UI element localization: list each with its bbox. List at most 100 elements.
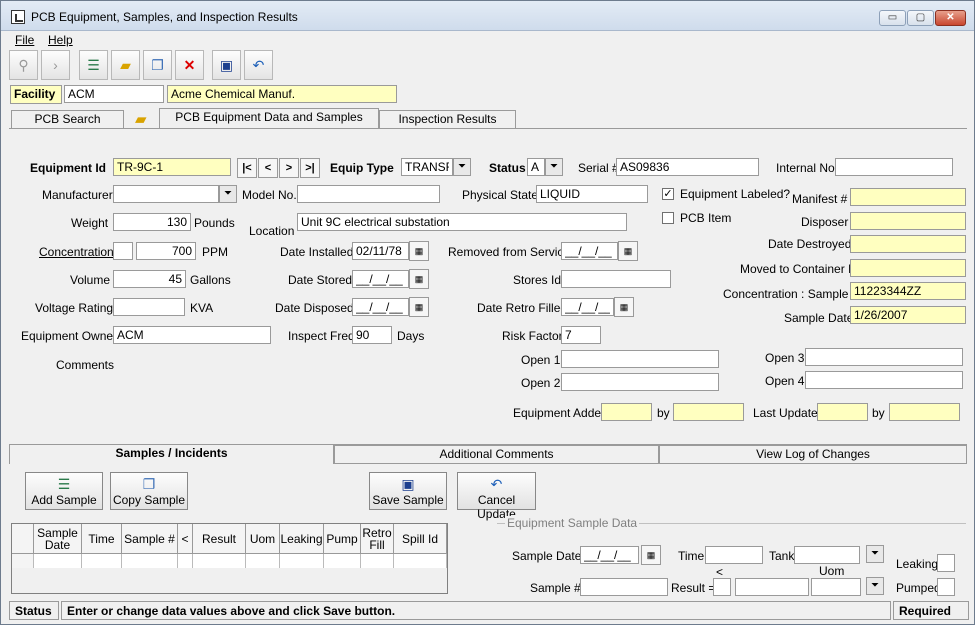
- manufacturer-select[interactable]: [113, 185, 219, 203]
- table-cell[interactable]: [361, 554, 394, 569]
- equipment-labeled-checkbox[interactable]: ✓: [662, 188, 674, 200]
- equip-type-dropdown-icon[interactable]: ⏷: [453, 158, 471, 176]
- manufacturer-dropdown-icon[interactable]: ⏷: [219, 185, 237, 203]
- location-input[interactable]: [297, 213, 627, 231]
- open3-input[interactable]: [805, 348, 963, 366]
- table-header[interactable]: Leaking: [280, 524, 324, 554]
- date-retro-filled-input[interactable]: [561, 298, 614, 316]
- copy-icon[interactable]: ❐: [143, 50, 172, 80]
- sample-number-input[interactable]: [580, 578, 668, 596]
- save-sample-button[interactable]: ▣ Save Sample: [369, 472, 447, 510]
- status-select[interactable]: [527, 158, 545, 176]
- tab-samples-incidents[interactable]: Samples / Incidents: [9, 444, 334, 464]
- tab-view-log[interactable]: View Log of Changes: [659, 445, 967, 463]
- calendar-icon[interactable]: ▦: [641, 545, 661, 565]
- open4-input[interactable]: [805, 371, 963, 389]
- calendar-icon[interactable]: ▦: [614, 297, 634, 317]
- tank-select[interactable]: [794, 546, 860, 564]
- tank-dropdown-icon[interactable]: ⏷: [866, 545, 884, 563]
- open1-input[interactable]: [561, 350, 719, 368]
- result-input[interactable]: [735, 578, 809, 596]
- table-header[interactable]: Pump: [324, 524, 361, 554]
- pumped-label: Pumped: [896, 581, 941, 595]
- sample-date-input[interactable]: [580, 546, 639, 564]
- uom-dropdown-icon[interactable]: ⏷: [866, 577, 884, 595]
- date-stored-input[interactable]: [352, 270, 409, 288]
- tab-pcb-search[interactable]: PCB Search: [11, 110, 124, 128]
- equipment-id-input[interactable]: [113, 158, 231, 176]
- removed-from-service-input[interactable]: [561, 242, 618, 260]
- open2-input[interactable]: [561, 373, 719, 391]
- table-header[interactable]: Sample #: [122, 524, 178, 554]
- table-header[interactable]: Time: [82, 524, 122, 554]
- internal-no-input[interactable]: [835, 158, 953, 176]
- voltage-rating-input[interactable]: [113, 298, 185, 316]
- tab-inspection-results[interactable]: Inspection Results: [379, 110, 516, 128]
- table-header[interactable]: <: [178, 524, 193, 554]
- volume-input[interactable]: [113, 270, 186, 288]
- facility-code-input[interactable]: [64, 85, 164, 103]
- date-disposed-input[interactable]: [352, 298, 409, 316]
- equip-type-select[interactable]: [401, 158, 453, 176]
- table-cell[interactable]: [394, 554, 447, 569]
- table-header[interactable]: Sample Date: [34, 524, 82, 554]
- model-input[interactable]: [297, 185, 440, 203]
- status-dropdown-icon[interactable]: ⏷: [545, 158, 563, 176]
- table-cell[interactable]: [122, 554, 178, 569]
- table-cell[interactable]: [178, 554, 193, 569]
- menu-help[interactable]: Help: [48, 33, 73, 47]
- table-cell[interactable]: [193, 554, 246, 569]
- date-installed-input[interactable]: [352, 242, 409, 260]
- last-record-button[interactable]: >|: [300, 158, 320, 178]
- folder-open-icon[interactable]: ▰: [111, 50, 140, 80]
- menu-file[interactable]: File: [15, 33, 34, 47]
- table-cell[interactable]: [246, 554, 280, 569]
- less-than-input[interactable]: [713, 578, 731, 596]
- minimize-button[interactable]: ▭: [879, 10, 906, 26]
- delete-icon[interactable]: ✕: [175, 50, 204, 80]
- serial-input[interactable]: [616, 158, 759, 176]
- close-button[interactable]: ✕: [935, 10, 966, 26]
- undo-icon[interactable]: ↶: [244, 50, 273, 80]
- concentration-input[interactable]: [136, 242, 196, 260]
- calendar-icon[interactable]: ▦: [409, 241, 429, 261]
- table-row[interactable]: [12, 554, 34, 569]
- table-header[interactable]: Uom: [246, 524, 280, 554]
- next-record-button[interactable]: >: [279, 158, 299, 178]
- equipment-owner-input[interactable]: [113, 326, 271, 344]
- cancel-update-button[interactable]: ↶ Cancel Update: [457, 472, 536, 521]
- samples-table[interactable]: Sample Date Time Sample # < Result Uom L…: [11, 523, 448, 569]
- add-sample-button[interactable]: ☰ Add Sample: [25, 472, 103, 510]
- physical-state-input[interactable]: [536, 185, 648, 203]
- maximize-button[interactable]: ▢: [907, 10, 934, 26]
- risk-factor-input[interactable]: [561, 326, 601, 344]
- weight-input[interactable]: [113, 213, 191, 231]
- pumped-input[interactable]: [937, 578, 955, 596]
- time-input[interactable]: [705, 546, 763, 564]
- table-cell[interactable]: [280, 554, 324, 569]
- binoculars-icon[interactable]: ⚲: [9, 50, 38, 80]
- table-header[interactable]: Spill Id: [394, 524, 447, 554]
- arrow-icon[interactable]: ›: [41, 50, 70, 80]
- tab-additional-comments[interactable]: Additional Comments: [334, 445, 659, 463]
- uom-select[interactable]: [811, 578, 861, 596]
- calendar-icon[interactable]: ▦: [409, 269, 429, 289]
- pcb-item-checkbox[interactable]: [662, 212, 674, 224]
- leaking-input[interactable]: [937, 554, 955, 572]
- database-icon[interactable]: ☰: [79, 50, 108, 80]
- calendar-icon[interactable]: ▦: [409, 297, 429, 317]
- stores-id-input[interactable]: [561, 270, 671, 288]
- table-cell[interactable]: [324, 554, 361, 569]
- table-cell[interactable]: [34, 554, 82, 569]
- table-cell[interactable]: [82, 554, 122, 569]
- table-header[interactable]: Result: [193, 524, 246, 554]
- concentration-prefix-input[interactable]: [113, 242, 133, 260]
- prev-record-button[interactable]: <: [258, 158, 278, 178]
- table-header[interactable]: Retro Fill: [361, 524, 394, 554]
- tab-equipment-data[interactable]: PCB Equipment Data and Samples: [159, 108, 379, 128]
- copy-sample-button[interactable]: ❐ Copy Sample: [110, 472, 188, 510]
- first-record-button[interactable]: |<: [237, 158, 257, 178]
- calendar-icon[interactable]: ▦: [618, 241, 638, 261]
- inspect-freq-input[interactable]: [352, 326, 392, 344]
- save-icon[interactable]: ▣: [212, 50, 241, 80]
